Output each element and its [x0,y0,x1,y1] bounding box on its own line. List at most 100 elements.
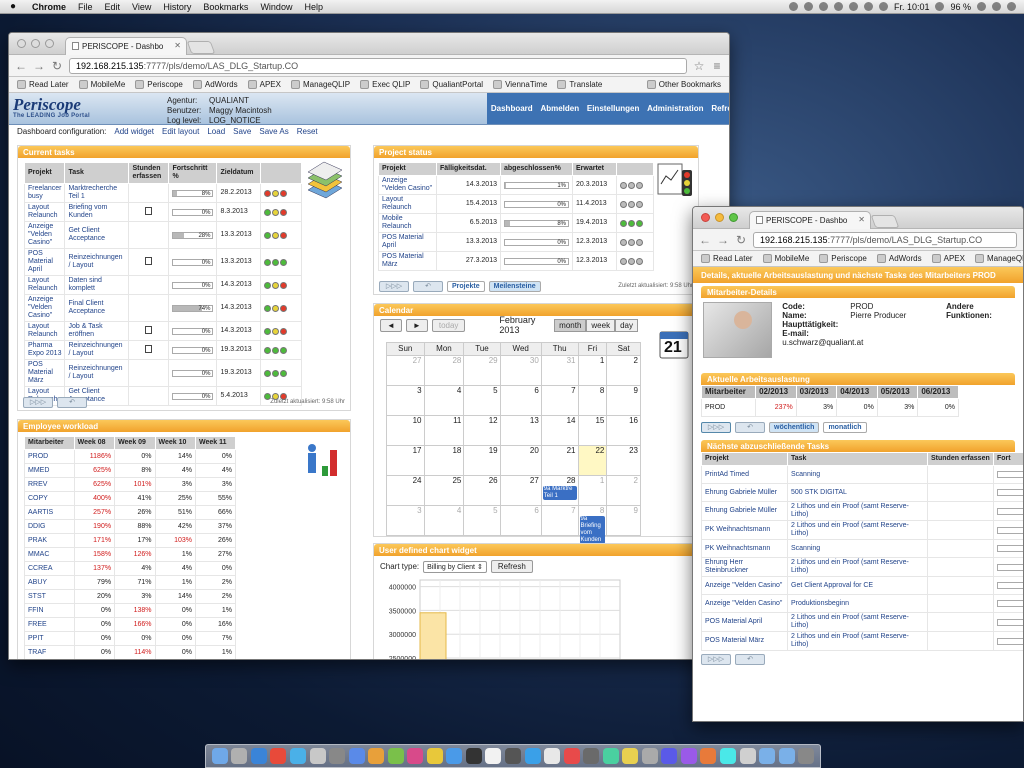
cell-projekt[interactable]: PK Weihnachtsmann [701,520,788,540]
dock-app-icon[interactable] [446,748,463,764]
bookmark[interactable]: APEX [931,254,965,263]
cell-task[interactable]: Reinzeichnungen / Layout [64,248,130,276]
table-row[interactable]: AARTIS 257% 26% 51% 66% [24,505,237,520]
save-link[interactable]: Save [233,127,251,136]
table-row[interactable]: FREE 0% 166% 0% 16% [24,617,237,632]
minimize-button[interactable] [31,39,40,48]
cell-task[interactable]: 2 Lithos und ein Proof (samt Reserve-Lit… [787,501,928,521]
bookmark[interactable]: Periscope [135,80,183,89]
calendar-day[interactable]: 23 [606,445,641,476]
table-row[interactable]: Anzeige "Velden Casino" Get Client Accept… [23,221,302,249]
load-header[interactable]: 02/2013 [755,385,797,399]
forward-icon[interactable]: → [33,59,45,73]
tab-woechentlich[interactable]: wöchentlich [769,421,820,433]
back-page-button[interactable]: ↶ [735,653,765,665]
cell-projekt[interactable]: Anzeige "Velden Casino" [701,576,788,595]
table-row[interactable]: PROD 1186% 0% 14% 0% [24,449,237,464]
cell-projekt[interactable]: Layout Relaunch [23,275,66,295]
table-row[interactable]: PrintAd Timed Scanning [701,465,1023,484]
calendar-day[interactable]: 18 [423,445,465,476]
dock-app-icon[interactable] [759,748,776,764]
col-week10[interactable]: Week 10 [154,436,196,450]
table-row[interactable]: Ehrung Gabriele Müller 2 Lithos und ein P… [701,501,1023,521]
cell-projekt[interactable]: POS Material April [23,248,66,276]
cell-projekt[interactable]: PrintAd Timed [701,465,788,484]
dock-app-icon[interactable] [641,748,658,764]
bookmark[interactable]: Read Later [17,80,69,89]
cell-task[interactable]: 2 Lithos und ein Proof (samt Reserve-Lit… [787,557,928,577]
dock-app-icon[interactable] [407,748,424,764]
table-row[interactable]: FFIN 0% 138% 0% 1% [24,603,237,618]
nav-administration[interactable]: Administration [645,104,705,113]
cell-projekt[interactable]: PK Weihnachtsmann [701,539,788,558]
browser-tab[interactable]: PERISCOPE - Dashbo ✕ [749,211,871,229]
table-row[interactable]: Layout Relaunch Daten sind komplett 0% 14.3… [23,275,302,295]
cell-stunden[interactable] [128,248,170,276]
col-faelligkeit[interactable]: Fälligkeitsdat. [436,162,501,176]
dock-app-icon[interactable] [348,748,365,764]
nav-abmelden[interactable]: Abmelden [538,104,581,113]
dock-app-icon[interactable] [544,748,561,764]
load-header[interactable]: 03/2013 [795,385,838,399]
load-header[interactable]: 04/2013 [836,385,878,399]
cell-projekt[interactable]: Layout Relaunch [23,202,66,222]
cell-mitarbeiter[interactable]: TRAF [24,645,75,659]
tab-meilensteine[interactable]: Meilensteine [488,280,541,292]
table-row[interactable]: COPY 400% 41% 25% 55% [24,491,237,506]
cell-projekt[interactable]: Anzeige "Velden Casino" [701,594,788,613]
table-row[interactable]: STST 20% 3% 14% 2% [24,589,237,604]
dock-app-icon[interactable] [622,748,639,764]
calendar-day[interactable]: 30 [499,355,542,386]
tab-close-icon[interactable]: ✕ [174,41,181,50]
flag-icon[interactable] [935,2,945,11]
bookmark[interactable]: QualiantPortal [420,80,483,89]
cell-mitarbeiter[interactable]: CCREA [24,561,75,576]
bookmark[interactable]: ViennaTime [493,80,547,89]
view-month-button[interactable]: month [554,318,587,332]
browser-tab[interactable]: PERISCOPE - Dashbo ✕ [65,37,187,55]
table-row[interactable]: PPIT 0% 0% 0% 7% [24,631,237,646]
document-icon[interactable] [145,325,153,334]
col-fortschritt[interactable]: Fortschritt % [168,162,218,184]
apple-icon[interactable]: ● [0,1,26,12]
cell-projekt[interactable]: Mobile Relaunch [378,213,437,233]
menu-edit[interactable]: Edit [99,2,127,12]
bookmark[interactable]: ManageQLIP [974,254,1023,263]
dock-app-icon[interactable] [583,748,600,764]
cell-stunden[interactable] [128,340,170,360]
status-icon[interactable] [818,2,828,11]
table-row[interactable]: TRAF 0% 114% 0% 1% [24,645,237,659]
cell-task[interactable]: Produktionsbeginn [787,594,928,613]
cell-stunden[interactable] [128,321,170,341]
chart-bar[interactable] [419,612,447,660]
cell-projekt[interactable]: POS Material März [378,251,437,271]
tab-projekte[interactable]: Projekte [447,280,485,292]
table-row[interactable]: POS Material April 13.3.2013 0% 12.3.2013 [378,232,654,252]
minimize-button[interactable] [715,213,724,222]
status-icon[interactable] [803,2,813,11]
dock-app-icon[interactable] [798,748,815,764]
table-row[interactable]: CCREA 137% 4% 4% 0% [24,561,237,576]
cell-projekt[interactable]: Layout Relaunch [378,194,437,214]
cell-task[interactable]: Get Client Acceptance [64,221,130,249]
cell-mitarbeiter[interactable]: MMAC [24,547,75,562]
menu-icon[interactable]: ≡ [711,59,723,73]
calendar-event[interactable]: 9a Briefing vom Kunden [579,516,606,544]
view-day-button[interactable]: day [615,318,638,332]
table-row[interactable]: Anzeige "Velden Casino" Get Client Approv… [701,576,1023,595]
cell-projekt[interactable]: POS Material April [701,612,788,632]
table-row[interactable]: POS Material März Reinzeichnungen / Layou… [23,359,302,387]
cell-mitarbeiter[interactable]: PPIT [24,631,75,646]
bookmark[interactable]: Read Later [701,254,753,263]
calendar-day[interactable]: 22 [577,445,608,476]
save-as-link[interactable]: Save As [259,127,288,136]
nav-refresh[interactable]: Refresh [709,104,729,113]
next-page-button[interactable]: ▷▷▷ [379,280,409,292]
table-row[interactable]: PK Weihnachtsmann Scanning [701,539,1023,558]
document-icon[interactable] [145,256,153,265]
table-row[interactable]: MMAC 158% 126% 1% 27% [24,547,237,562]
bookmark[interactable]: APEX [247,80,281,89]
calendar-day[interactable]: 17 [386,445,425,476]
dock-app-icon[interactable] [524,748,541,764]
table-row[interactable]: RREV 625% 101% 3% 3% [24,477,237,492]
